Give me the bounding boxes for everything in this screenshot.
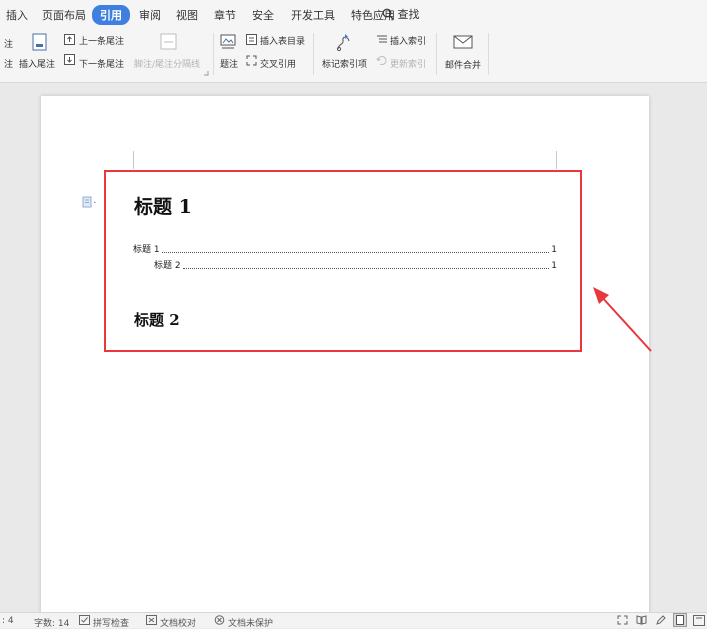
search-icon — [382, 8, 394, 20]
mark-index-entry-icon — [336, 34, 350, 52]
ribbon-separator — [436, 33, 437, 75]
status-bar: : 4 字数: 14 拼写检查 文档校对 文档未保护 — [0, 612, 707, 629]
heading-1[interactable]: 标题 1 — [134, 192, 192, 219]
toc-entry-page: 1 — [551, 245, 557, 255]
insert-endnote-button[interactable]: 插入尾注 — [19, 57, 55, 70]
spell-check-button[interactable]: 拼写检查 — [93, 616, 129, 629]
next-endnote-icon — [64, 54, 75, 65]
caption-button[interactable]: 题注 — [220, 57, 238, 70]
page-indicator[interactable]: : 4 — [2, 616, 14, 626]
document-menu-icon[interactable] — [82, 196, 98, 208]
doc-protection-icon — [214, 615, 225, 625]
footnote-separator-icon — [160, 33, 177, 50]
dialog-launcher-icon[interactable] — [203, 70, 209, 76]
toc-entry-text: 标题 2 — [154, 261, 181, 271]
search-label: 查找 — [397, 8, 420, 21]
menu-page-layout[interactable]: 页面布局 — [42, 7, 86, 23]
ribbon-partial-label-1: 注 — [4, 40, 14, 50]
prev-endnote-button[interactable]: 上一条尾注 — [79, 34, 124, 47]
menu-references[interactable]: 引用 — [92, 5, 130, 25]
menu-developer-tools[interactable]: 开发工具 — [291, 7, 335, 23]
annotation-arrow-icon — [593, 287, 652, 352]
ribbon-separator — [488, 33, 489, 75]
mail-merge-button[interactable]: 邮件合并 — [445, 58, 481, 71]
prev-endnote-icon — [64, 34, 75, 45]
page-view-icon[interactable] — [673, 613, 687, 627]
doc-protection-status[interactable]: 文档未保护 — [228, 616, 273, 629]
word-count[interactable]: 字数: 14 — [34, 616, 69, 629]
next-endnote-button[interactable]: 下一条尾注 — [79, 57, 124, 70]
menu-security[interactable]: 安全 — [252, 7, 274, 23]
ribbon-toolbar: 注 注 插入尾注 上一条尾注 下一条尾注 脚注/尾注分隔线 题注 插入表目录 交… — [0, 27, 707, 83]
ribbon-separator — [313, 33, 314, 75]
cross-reference-icon — [246, 55, 257, 66]
spell-check-icon — [79, 615, 90, 625]
doc-proofread-icon — [146, 615, 157, 625]
toc-entry[interactable]: 标题 1 1 — [133, 243, 557, 255]
menu-search[interactable]: 查找 — [382, 6, 420, 22]
caption-icon — [220, 34, 236, 49]
toc-entry[interactable]: 标题 2 1 — [154, 259, 557, 271]
insert-index-icon — [377, 35, 387, 43]
toc-leader — [161, 252, 550, 253]
web-view-icon[interactable] — [693, 615, 705, 626]
insert-index-button[interactable]: 插入索引 — [390, 34, 426, 47]
fullscreen-icon[interactable] — [617, 615, 628, 625]
cross-reference-button[interactable]: 交叉引用 — [260, 57, 296, 70]
toc-entry-text: 标题 1 — [133, 245, 160, 255]
ribbon-partial-label-2: 注 — [4, 60, 14, 70]
doc-proofread-button[interactable]: 文档校对 — [160, 616, 196, 629]
heading-2[interactable]: 标题 2 — [134, 309, 180, 330]
update-index-icon — [376, 56, 387, 65]
menu-review[interactable]: 审阅 — [139, 7, 161, 23]
menu-view[interactable]: 视图 — [176, 7, 198, 23]
toc-leader — [182, 268, 550, 269]
ribbon-separator — [213, 33, 214, 75]
table-of-figures-icon — [246, 34, 257, 45]
menu-insert[interactable]: 插入 — [6, 7, 28, 23]
margin-mark — [556, 151, 557, 169]
edit-pen-icon[interactable] — [655, 615, 666, 625]
update-index-button[interactable]: 更新索引 — [390, 57, 426, 70]
mark-index-entry-button[interactable]: 标记索引项 — [322, 57, 367, 70]
insert-endnote-icon — [32, 33, 47, 51]
insert-table-of-figures-button[interactable]: 插入表目录 — [260, 34, 305, 47]
menu-section[interactable]: 章节 — [214, 7, 236, 23]
footnote-separator-button[interactable]: 脚注/尾注分隔线 — [134, 57, 200, 70]
reading-view-icon[interactable] — [636, 615, 647, 625]
margin-mark — [133, 151, 134, 169]
toc-entry-page: 1 — [551, 261, 557, 271]
menu-bar: 插入 页面布局 引用 审阅 视图 章节 安全 开发工具 特色应用 查找 — [0, 0, 707, 27]
mail-merge-icon — [453, 35, 473, 49]
